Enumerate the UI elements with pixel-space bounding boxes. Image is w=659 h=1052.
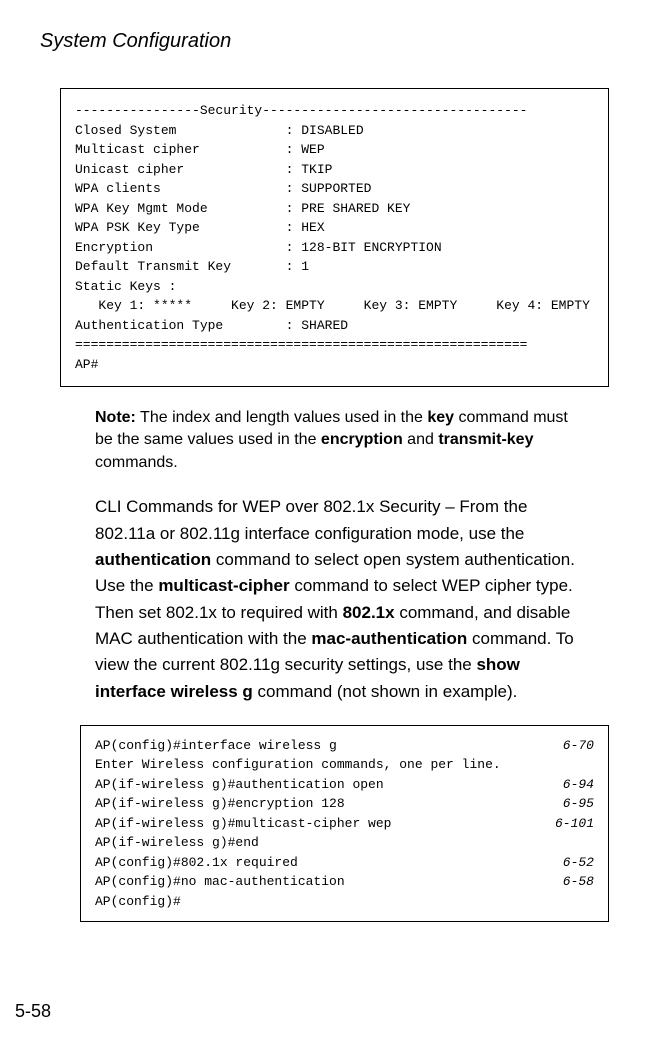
cmd-text: AP(config)#interface wireless g bbox=[95, 736, 337, 756]
note-text: commands. bbox=[95, 454, 178, 471]
note-bold: encryption bbox=[321, 431, 403, 448]
body-text: command (not shown in example). bbox=[253, 682, 518, 701]
security-terminal-output: ----------------Security----------------… bbox=[60, 88, 609, 387]
body-bold: authentication bbox=[95, 550, 211, 569]
note-bold: key bbox=[427, 409, 454, 426]
note-label: Note: bbox=[95, 409, 136, 426]
cmd-ref: 6-52 bbox=[563, 853, 594, 873]
page-header-title: System Configuration bbox=[40, 30, 619, 53]
cmd-line: AP(config)#interface wireless g 6-70 bbox=[95, 736, 594, 756]
cmd-text: AP(if-wireless g)#encryption 128 bbox=[95, 794, 345, 814]
cmd-text: AP(if-wireless g)#end bbox=[95, 833, 259, 853]
cmd-text: AP(if-wireless g)#authentication open bbox=[95, 775, 384, 795]
cmd-ref: 6-95 bbox=[563, 794, 594, 814]
cmd-text: AP(config)# bbox=[95, 892, 181, 912]
cmd-ref: 6-58 bbox=[563, 872, 594, 892]
cmd-line: AP(if-wireless g)#authentication open 6-9… bbox=[95, 775, 594, 795]
body-bold: mac-authentication bbox=[311, 629, 467, 648]
cmd-line: AP(if-wireless g)#end bbox=[95, 833, 594, 853]
cmd-line: Enter Wireless configuration commands, o… bbox=[95, 755, 594, 775]
cmd-line: AP(if-wireless g)#encryption 128 6-95 bbox=[95, 794, 594, 814]
cmd-ref: 6-94 bbox=[563, 775, 594, 795]
page-number: 5-58 bbox=[15, 1001, 51, 1022]
note-text: The index and length values used in the bbox=[136, 409, 427, 426]
cmd-ref: 6-101 bbox=[555, 814, 594, 834]
note-bold: transmit-key bbox=[438, 431, 533, 448]
note-text: and bbox=[403, 431, 439, 448]
cmd-line: AP(config)#802.1x required 6-52 bbox=[95, 853, 594, 873]
cmd-line: AP(config)#no mac-authentication 6-58 bbox=[95, 872, 594, 892]
body-text: CLI Commands for WEP over 802.1x Securit… bbox=[95, 497, 527, 542]
body-bold: multicast-cipher bbox=[158, 576, 289, 595]
cmd-text: Enter Wireless configuration commands, o… bbox=[95, 755, 501, 775]
cmd-line: AP(if-wireless g)#multicast-cipher wep 6-… bbox=[95, 814, 594, 834]
body-paragraph: CLI Commands for WEP over 802.1x Securit… bbox=[95, 494, 589, 705]
note-block: Note: The index and length values used i… bbox=[95, 407, 589, 474]
cmd-text: AP(if-wireless g)#multicast-cipher wep bbox=[95, 814, 391, 834]
cli-commands-terminal: AP(config)#interface wireless g 6-70 Ente… bbox=[80, 725, 609, 923]
cmd-ref: 6-70 bbox=[563, 736, 594, 756]
body-bold: 802.1x bbox=[343, 603, 395, 622]
cmd-text: AP(config)#no mac-authentication bbox=[95, 872, 345, 892]
cmd-text: AP(config)#802.1x required bbox=[95, 853, 298, 873]
cmd-line: AP(config)# bbox=[95, 892, 594, 912]
